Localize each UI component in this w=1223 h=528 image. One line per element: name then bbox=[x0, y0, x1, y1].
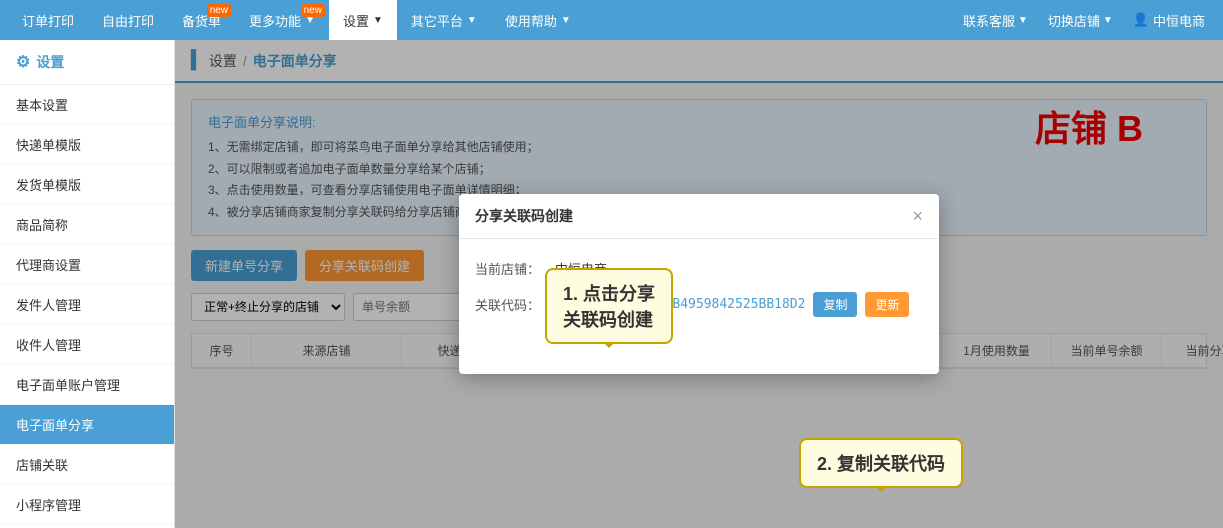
top-navigation: 订单打印 自由打印 备货单 new 更多功能 new ▼ 设置 ▼ 其它平台 ▼… bbox=[0, 0, 1223, 40]
settings-arrow-icon: ▼ bbox=[373, 15, 383, 26]
modal-dialog: 分享关联码创建 × 当前店铺： 中恒电商 关联代码： 9F59AADC7787B… bbox=[459, 194, 939, 374]
sidebar-item-ship-template[interactable]: 发货单模版 bbox=[0, 165, 174, 205]
other-platform-arrow-icon: ▼ bbox=[467, 15, 477, 26]
modal-overlay: 分享关联码创建 × 当前店铺： 中恒电商 关联代码： 9F59AADC7787B… bbox=[175, 40, 1223, 528]
main-content: ▍ 设置 / 电子面单分享 店铺 B 电子面单分享说明: 1、无需绑定店铺，即可… bbox=[175, 40, 1223, 528]
nav-settings[interactable]: 设置 ▼ bbox=[329, 0, 397, 40]
gear-icon: ⚙ bbox=[16, 52, 30, 72]
sidebar-item-ewaybill-share[interactable]: 电子面单分享 bbox=[0, 405, 174, 445]
nav-more[interactable]: 更多功能 new ▼ bbox=[235, 0, 329, 40]
tooltip-2: 2. 复制关联代码 bbox=[799, 438, 963, 488]
modal-code-row: 关联代码： 9F59AADC7787B0FB4959842525BB18D2 复… bbox=[475, 292, 923, 317]
sidebar-item-receiver[interactable]: 收件人管理 bbox=[0, 325, 174, 365]
sidebar-item-agent[interactable]: 代理商设置 bbox=[0, 245, 174, 285]
sidebar-item-mini-program[interactable]: 小程序管理 bbox=[0, 485, 174, 525]
help-arrow-icon: ▼ bbox=[561, 15, 571, 26]
nav-free-print[interactable]: 自由打印 bbox=[88, 0, 168, 40]
nav-stock[interactable]: 备货单 new bbox=[168, 0, 235, 40]
sidebar-item-basic[interactable]: 基本设置 bbox=[0, 85, 174, 125]
sidebar-item-ewaybill-account[interactable]: 电子面单账户管理 bbox=[0, 365, 174, 405]
stock-badge: new bbox=[207, 4, 231, 17]
modal-header: 分享关联码创建 × bbox=[459, 194, 939, 239]
refresh-button[interactable]: 更新 bbox=[865, 292, 909, 317]
sidebar-item-shop-link[interactable]: 店铺关联 bbox=[0, 445, 174, 485]
sidebar-item-sender[interactable]: 发件人管理 bbox=[0, 285, 174, 325]
nav-help[interactable]: 使用帮助 ▼ bbox=[491, 0, 585, 40]
more-badge: new bbox=[301, 4, 325, 17]
sidebar-item-product-abbr[interactable]: 商品简称 bbox=[0, 205, 174, 245]
nav-order-print[interactable]: 订单打印 bbox=[8, 0, 88, 40]
nav-other-platform[interactable]: 其它平台 ▼ bbox=[397, 0, 491, 40]
modal-shop-label: 当前店铺： bbox=[475, 259, 555, 278]
sidebar: ⚙ 设置 基本设置 快递单模版 发货单模版 商品简称 代理商设置 发件人管理 收… bbox=[0, 40, 175, 528]
sidebar-item-courier-template[interactable]: 快递单模版 bbox=[0, 125, 174, 165]
tooltip-1: 1. 点击分享 关联码创建 bbox=[545, 268, 673, 344]
top-nav-right: 联系客服 ▼ 切换店铺 ▼ 👤 中恒电商 bbox=[953, 0, 1215, 40]
sidebar-header: ⚙ 设置 bbox=[0, 40, 174, 85]
modal-shop-row: 当前店铺： 中恒电商 bbox=[475, 259, 923, 278]
nav-user[interactable]: 👤 中恒电商 bbox=[1123, 0, 1215, 40]
modal-title: 分享关联码创建 bbox=[475, 206, 573, 226]
nav-customer-service[interactable]: 联系客服 ▼ bbox=[953, 0, 1038, 40]
copy-button[interactable]: 复制 bbox=[813, 292, 857, 317]
nav-switch-shop[interactable]: 切换店铺 ▼ bbox=[1038, 0, 1123, 40]
modal-code-label: 关联代码： bbox=[475, 295, 555, 314]
user-icon: 👤 bbox=[1133, 12, 1149, 28]
modal-close-button[interactable]: × bbox=[912, 207, 923, 225]
customer-service-arrow-icon: ▼ bbox=[1018, 15, 1028, 26]
modal-body: 当前店铺： 中恒电商 关联代码： 9F59AADC7787B0FB4959842… bbox=[459, 239, 939, 351]
switch-shop-arrow-icon: ▼ bbox=[1103, 15, 1113, 26]
